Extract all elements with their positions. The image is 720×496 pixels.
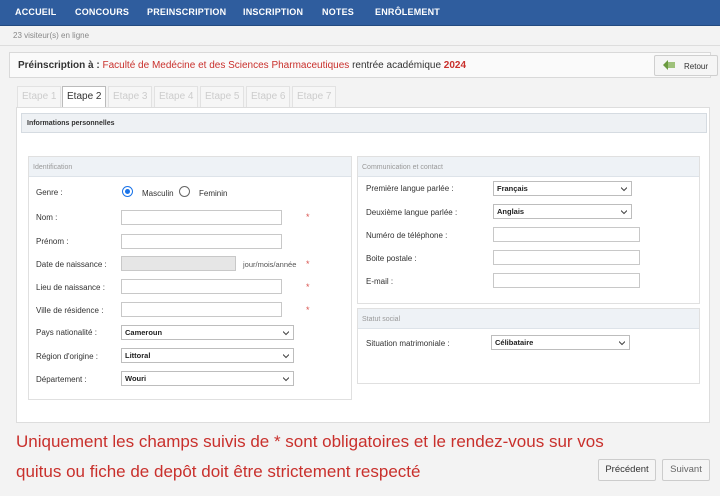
situation-select[interactable]: Célibataire — [491, 335, 630, 350]
section-header: Informations personnelles — [21, 113, 707, 133]
nav-enrolement[interactable]: ENRÔLEMENT — [375, 7, 440, 17]
departement-label: Département : — [36, 375, 87, 384]
pays-value: Cameroun — [125, 328, 163, 337]
notice-line-1: Uniquement les champs suivis de * sont o… — [16, 432, 604, 451]
langue2-label: Deuxième langue parlée : — [366, 208, 458, 217]
title-prefix: Préinscription à : — [18, 60, 100, 71]
statut-panel: Statut social Situation matrimoniale : C… — [357, 308, 700, 384]
page-title: Préinscription à : Faculté de Medécine e… — [18, 60, 466, 71]
naissance-format-hint: jour/mois/année — [243, 260, 297, 269]
pays-label: Pays nationalité : — [36, 328, 97, 337]
naissance-label: Date de naissance : — [36, 260, 107, 269]
page-title-bar: Préinscription à : Faculté de Medécine e… — [9, 52, 718, 78]
langue2-select[interactable]: Anglais — [493, 204, 632, 219]
naissance-input[interactable] — [121, 256, 236, 271]
previous-button[interactable]: Précédent — [598, 459, 656, 481]
back-button[interactable]: Retour — [654, 55, 718, 76]
situation-label: Situation matrimoniale : — [366, 339, 450, 348]
identification-title: Identification — [33, 164, 73, 171]
next-button[interactable]: Suivant — [662, 459, 710, 481]
tab-etape-4[interactable]: Etape 4 — [154, 86, 198, 108]
section-title: Informations personnelles — [27, 120, 115, 127]
langue1-value: Français — [497, 184, 528, 193]
email-input[interactable] — [493, 273, 640, 288]
prenom-input[interactable] — [121, 234, 282, 249]
lieu-input[interactable] — [121, 279, 282, 294]
situation-value: Célibataire — [495, 338, 534, 347]
chevron-down-icon — [621, 210, 627, 215]
tab-etape-6[interactable]: Etape 6 — [246, 86, 290, 108]
chevron-down-icon — [283, 354, 289, 359]
pays-select[interactable]: Cameroun — [121, 325, 294, 340]
chevron-down-icon — [283, 377, 289, 382]
statut-header: Statut social — [358, 309, 699, 329]
ville-label: Ville de résidence : — [36, 306, 104, 315]
region-value: Littoral — [125, 351, 151, 360]
langue2-value: Anglais — [497, 207, 525, 216]
naissance-required-mark: * — [306, 259, 310, 269]
lieu-required-mark: * — [306, 282, 310, 292]
notice-line-2: quitus ou fiche de depôt doit être stric… — [16, 462, 421, 481]
nom-label: Nom : — [36, 213, 58, 222]
tab-etape-2[interactable]: Etape 2 — [62, 86, 106, 108]
chevron-down-icon — [621, 187, 627, 192]
nav-inscription[interactable]: INSCRIPTION — [243, 7, 303, 17]
nom-input[interactable] — [121, 210, 282, 225]
genre-masculin-label: Masculin — [142, 189, 174, 198]
genre-label: Genre : — [36, 188, 63, 197]
ville-required-mark: * — [306, 305, 310, 315]
genre-feminin-radio[interactable] — [179, 186, 190, 197]
chevron-down-icon — [283, 331, 289, 336]
departement-value: Wouri — [125, 374, 147, 383]
langue1-label: Première langue parlée : — [366, 184, 454, 193]
region-select[interactable]: Littoral — [121, 348, 294, 363]
tel-label: Numéro de téléphone : — [366, 231, 448, 240]
genre-feminin-label: Feminin — [199, 189, 228, 198]
title-faculty: Faculté de Medécine et des Sciences Phar… — [102, 60, 350, 71]
title-middle: rentrée académique — [352, 60, 442, 71]
genre-masculin-radio[interactable] — [122, 186, 133, 197]
nav-notes[interactable]: NOTES — [322, 7, 354, 17]
nav-concours[interactable]: CONCOURS — [75, 7, 129, 17]
tab-etape-3[interactable]: Etape 3 — [108, 86, 152, 108]
back-label: Retour — [684, 62, 709, 71]
nav-preinscription[interactable]: PREINSCRIPTION — [147, 7, 226, 17]
top-navbar: ACCUEIL CONCOURS PREINSCRIPTION INSCRIPT… — [0, 0, 720, 26]
chevron-down-icon — [619, 341, 625, 346]
contact-panel: Communication et contact Première langue… — [357, 156, 700, 304]
identification-header: Identification — [29, 157, 351, 177]
email-label: E-mail : — [366, 277, 394, 286]
tab-etape-5[interactable]: Etape 5 — [200, 86, 244, 108]
form-content: Informations personnelles Identification… — [16, 107, 710, 423]
langue1-select[interactable]: Français — [493, 181, 632, 196]
ville-input[interactable] — [121, 302, 282, 317]
contact-header: Communication et contact — [358, 157, 699, 177]
nav-accueil[interactable]: ACCUEIL — [15, 7, 56, 17]
divider — [0, 45, 720, 46]
tab-etape-1[interactable]: Etape 1 — [17, 86, 61, 108]
lieu-label: Lieu de naissance : — [36, 283, 105, 292]
departement-select[interactable]: Wouri — [121, 371, 294, 386]
region-label: Région d'origine : — [36, 352, 99, 361]
prenom-label: Prénom : — [36, 237, 69, 246]
boite-label: Boite postale : — [366, 254, 417, 263]
nom-required-mark: * — [306, 212, 310, 222]
boite-input[interactable] — [493, 250, 640, 265]
tel-input[interactable] — [493, 227, 640, 242]
tab-etape-7[interactable]: Etape 7 — [292, 86, 336, 108]
title-year: 2024 — [443, 60, 467, 71]
identification-panel: Identification Genre : Masculin Feminin … — [28, 156, 352, 400]
back-arrow-icon — [663, 60, 675, 70]
statut-title: Statut social — [362, 316, 401, 323]
visitor-count: 23 visiteur(s) en ligne — [13, 31, 90, 40]
contact-title: Communication et contact — [362, 164, 443, 171]
